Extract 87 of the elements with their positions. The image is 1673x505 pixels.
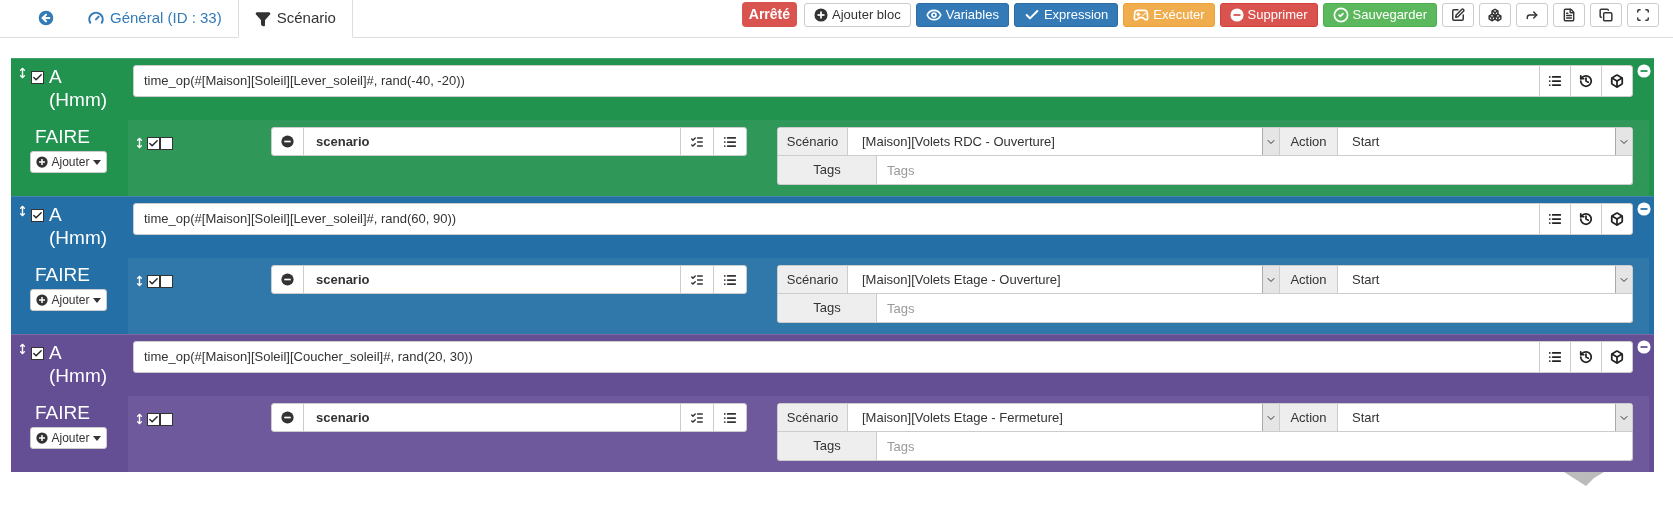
remove-block-icon — [1636, 340, 1651, 354]
tags-label: Tags — [777, 432, 877, 461]
checkbox[interactable] — [160, 274, 173, 288]
move-icon[interactable] — [17, 203, 28, 219]
tags-label: Tags — [777, 156, 877, 185]
file-button[interactable] — [1553, 2, 1585, 27]
expand-button[interactable] — [1627, 2, 1659, 27]
check-circle-icon — [1332, 6, 1349, 23]
expression-field[interactable]: time_op(#[Maison][Soleil][Coucher_soleil]#, rand(20, 30)) — [133, 341, 1633, 373]
command-field[interactable]: scenario — [271, 127, 747, 156]
tab[interactable]: Scénario — [237, 0, 353, 38]
toolbar-button[interactable]: Expression — [1013, 2, 1119, 27]
toolbar-button[interactable]: Supprimer — [1219, 2, 1318, 27]
remove-block-icon — [1636, 202, 1651, 216]
share-button[interactable] — [1516, 2, 1548, 27]
tags-field[interactable]: Tags — [877, 432, 1633, 461]
list-icon[interactable] — [1548, 74, 1562, 88]
history-icon[interactable] — [1579, 350, 1593, 364]
checkbox[interactable] — [31, 71, 44, 84]
add-dropdown-button[interactable]: Ajouter — [30, 151, 107, 173]
expand-icon — [1636, 7, 1650, 22]
remove-block-icon — [1636, 64, 1651, 78]
history-icon[interactable] — [1579, 212, 1593, 226]
checkbox[interactable] — [160, 412, 173, 426]
box-icon[interactable] — [1610, 350, 1624, 364]
add-icon — [36, 156, 49, 168]
edit-icon — [1451, 7, 1465, 22]
filter-icon — [254, 10, 271, 27]
add-icon — [36, 294, 49, 306]
checkbox[interactable] — [31, 209, 44, 222]
edit-button[interactable] — [1442, 2, 1474, 27]
list-icon[interactable] — [723, 272, 737, 287]
expression-field[interactable]: time_op(#[Maison][Soleil][Lever_soleil]#, rand(-40, -20)) — [133, 65, 1633, 97]
condition-label: A (Hmm) — [49, 65, 109, 111]
move-icon[interactable] — [134, 135, 145, 151]
add-dropdown-button[interactable]: Ajouter — [30, 427, 107, 449]
move-icon[interactable] — [134, 273, 145, 289]
toolbar-button[interactable]: Ajouter bloc — [804, 2, 911, 27]
tags-field[interactable]: Tags — [877, 294, 1633, 323]
caret-icon — [92, 159, 101, 165]
history-icon[interactable] — [1579, 74, 1593, 88]
expression-field[interactable]: time_op(#[Maison][Soleil][Lever_soleil]#, rand(60, 90)) — [133, 203, 1633, 235]
box-icon[interactable] — [1610, 74, 1624, 88]
list-icon[interactable] — [1548, 350, 1562, 364]
condition-label: A (Hmm) — [49, 203, 109, 249]
copy-icon — [1599, 7, 1613, 22]
caret-icon — [92, 297, 101, 303]
tags-field[interactable]: Tags — [877, 156, 1633, 185]
checkbox[interactable] — [160, 136, 173, 150]
status-badge: Arrêté — [741, 2, 798, 27]
list-icon[interactable] — [1548, 212, 1562, 226]
file-icon — [1562, 7, 1576, 22]
command-field[interactable]: scenario — [271, 403, 747, 432]
checkbox[interactable] — [147, 136, 160, 150]
list-icon[interactable] — [723, 410, 737, 425]
remove-icon — [281, 411, 294, 424]
command-field[interactable]: scenario — [271, 265, 747, 294]
tags-label: Tags — [777, 294, 877, 323]
remove-icon — [281, 273, 294, 286]
copy-button[interactable] — [1590, 2, 1622, 27]
checklist-icon[interactable] — [690, 134, 704, 149]
list-icon[interactable] — [723, 134, 737, 149]
do-label: FAIRE — [35, 126, 90, 148]
add-icon — [36, 432, 49, 444]
gauge-icon — [88, 10, 104, 26]
add-dropdown-button[interactable]: Ajouter — [30, 289, 107, 311]
toolbar-button[interactable]: Variables — [915, 2, 1009, 27]
remove-icon — [281, 135, 294, 148]
remove-icon — [1229, 7, 1244, 22]
checkbox[interactable] — [147, 412, 160, 426]
caret-icon — [92, 435, 101, 441]
checklist-icon[interactable] — [690, 410, 704, 425]
checkbox[interactable] — [147, 274, 160, 288]
do-label: FAIRE — [35, 264, 90, 286]
move-icon[interactable] — [17, 341, 28, 357]
box-icon[interactable] — [1610, 212, 1624, 226]
back-icon — [36, 8, 56, 28]
move-icon[interactable] — [134, 411, 145, 427]
condition-label: A (Hmm) — [49, 341, 109, 387]
checkbox[interactable] — [31, 347, 44, 360]
checklist-icon[interactable] — [690, 272, 704, 287]
tab[interactable]: Général (ID : 33) — [72, 0, 238, 37]
cubes-button[interactable] — [1479, 2, 1511, 27]
add-icon — [814, 7, 829, 22]
do-label: FAIRE — [35, 402, 90, 424]
cubes-icon — [1488, 7, 1502, 22]
move-icon[interactable] — [17, 65, 28, 81]
